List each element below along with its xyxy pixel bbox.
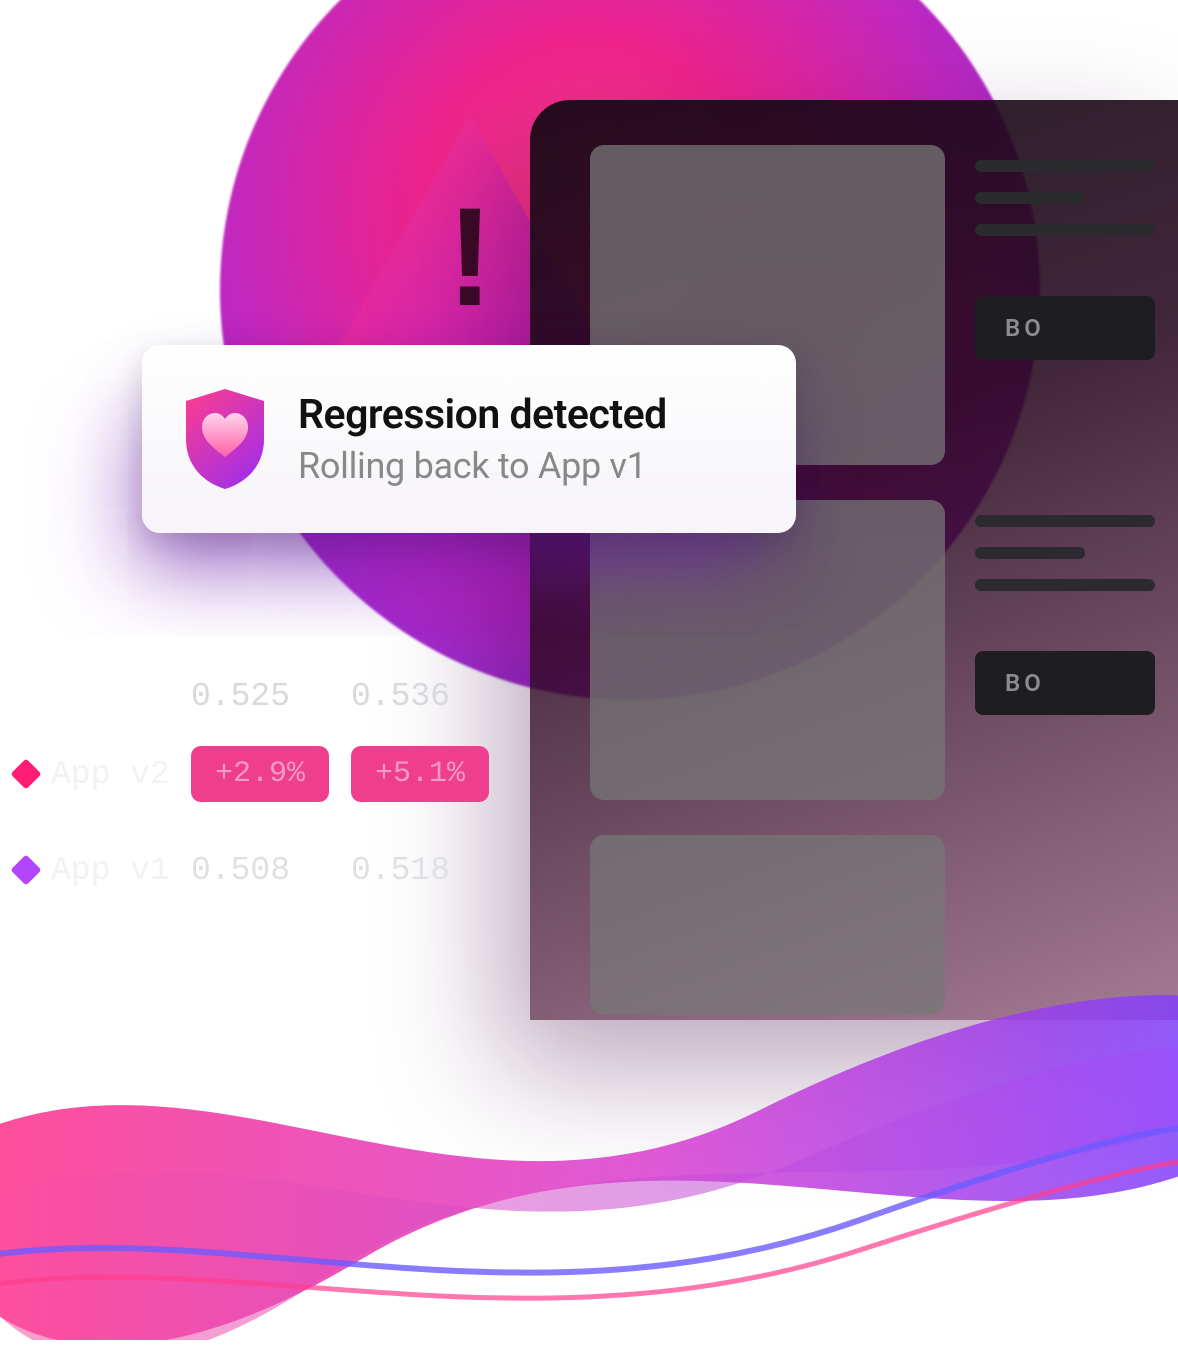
listing-image [590, 500, 945, 800]
svg-text:!: ! [447, 178, 494, 335]
placeholder-line [975, 224, 1155, 236]
series-marker-icon [10, 758, 41, 789]
listing-meta: BO [975, 160, 1155, 360]
series-marker-icon [10, 854, 41, 885]
metric-header: 0.536 [351, 678, 511, 715]
placeholder-line [975, 192, 1085, 204]
alert-subtitle: Rolling back to App v1 [298, 445, 667, 487]
metrics-table: 0.525 0.536 App v2 +2.9% +5.1% App v1 0.… [9, 666, 511, 918]
metric-value: 0.518 [351, 852, 511, 889]
book-button[interactable]: BO [975, 651, 1155, 715]
listing-meta: BO [975, 515, 1155, 715]
placeholder-line [975, 160, 1155, 172]
series-label: App v1 [51, 852, 191, 889]
delta-badge: +5.1% [351, 746, 489, 802]
illustration-stage: ! BO BO [0, 0, 1178, 1358]
metric-value: 0.508 [191, 852, 351, 889]
regression-alert-card: Regression detected Rolling back to App … [142, 345, 796, 533]
alert-title: Regression detected [298, 391, 667, 439]
placeholder-line [975, 515, 1155, 527]
alert-text: Regression detected Rolling back to App … [298, 391, 667, 487]
metrics-header-row: 0.525 0.536 [9, 666, 511, 726]
delta-badge: +2.9% [191, 746, 329, 802]
metric-header: 0.525 [191, 678, 351, 715]
app-mockup: BO BO [530, 100, 1178, 1020]
series-label: App v2 [51, 756, 191, 793]
shield-heart-icon [182, 389, 268, 489]
placeholder-line [975, 579, 1155, 591]
placeholder-line [975, 547, 1085, 559]
metrics-row-app-v1: App v1 0.508 0.518 [9, 822, 511, 918]
metrics-row-app-v2: App v2 +2.9% +5.1% [9, 726, 511, 822]
listing-image [590, 835, 945, 1015]
book-button[interactable]: BO [975, 296, 1155, 360]
